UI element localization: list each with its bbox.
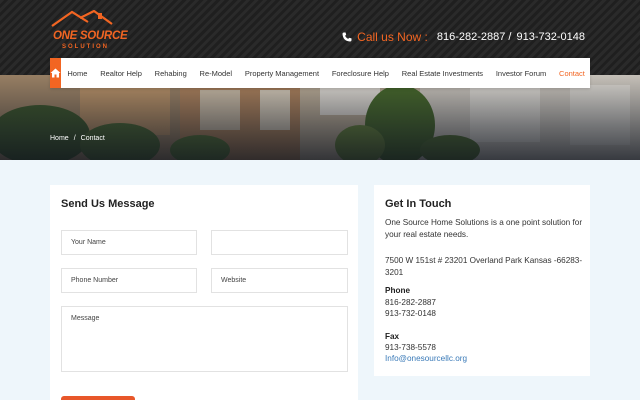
nav-item-foreclosure-help[interactable]: Foreclosure Help	[325, 69, 395, 78]
fax-label: Fax	[385, 332, 400, 341]
nav-home-button[interactable]	[50, 58, 61, 88]
site-logo[interactable]: ONE SOURCE SOLUTION	[50, 10, 128, 52]
call-us: Call us Now : 816-282-2887 / 913-732-014…	[342, 30, 585, 44]
breadcrumb-current: Contact	[80, 135, 105, 142]
contact-address: 7500 W 151st # 23201 Overland Park Kansa…	[385, 256, 583, 277]
home-icon	[50, 68, 61, 78]
phone-icon	[342, 32, 352, 42]
phone-label: Phone	[385, 286, 411, 295]
header-phone-2[interactable]: 913-732-0148	[516, 31, 585, 43]
contact-phone-2[interactable]: 913-732-0148	[385, 308, 585, 320]
call-us-label: Call us Now :	[357, 30, 428, 44]
nav-item-realtor-help[interactable]: Realtor Help	[94, 69, 148, 78]
contact-info: Get In Touch One Source Home Solutions i…	[374, 185, 590, 376]
nav-item-rehabing[interactable]: Rehabing	[148, 69, 193, 78]
contact-intro: One Source Home Solutions is a one point…	[385, 218, 583, 239]
nav-item-real-estate-investments[interactable]: Real Estate Investments	[395, 69, 489, 78]
logo-text: ONE SOURCE	[53, 30, 128, 42]
nav-item-property-management[interactable]: Property Management	[238, 69, 325, 78]
submit-button[interactable]	[61, 396, 135, 400]
contact-phone-1[interactable]: 816-282-2887	[385, 297, 585, 309]
logo-subtext: SOLUTION	[62, 44, 109, 50]
breadcrumb-home[interactable]: Home	[50, 135, 69, 142]
form-title: Send Us Message	[61, 198, 155, 210]
house-logo-icon	[51, 10, 113, 27]
nav-item-home[interactable]: Home	[61, 69, 94, 78]
contact-title: Get In Touch	[385, 198, 452, 210]
email-field[interactable]	[211, 230, 348, 255]
website-field[interactable]: Website	[211, 268, 348, 293]
breadcrumb: Home / Contact	[50, 135, 105, 142]
nav-item-contact[interactable]: Contact	[553, 69, 592, 78]
message-field[interactable]: Message	[61, 306, 348, 372]
contact-email[interactable]: Info@onesourcellc.org	[385, 353, 585, 365]
contact-fax: 913-738-5578	[385, 343, 436, 352]
message-form: Send Us Message Your Name Phone Number W…	[50, 185, 358, 400]
nav-item-investor-forum[interactable]: Investor Forum	[489, 69, 552, 78]
header-phone-1[interactable]: 816-282-2887 /	[437, 31, 512, 43]
breadcrumb-separator: /	[73, 135, 76, 142]
name-field[interactable]: Your Name	[61, 230, 197, 255]
main-nav: Home Realtor Help Rehabing Re-Model Prop…	[50, 58, 590, 88]
phone-field[interactable]: Phone Number	[61, 268, 197, 293]
nav-item-remodel[interactable]: Re-Model	[193, 69, 238, 78]
